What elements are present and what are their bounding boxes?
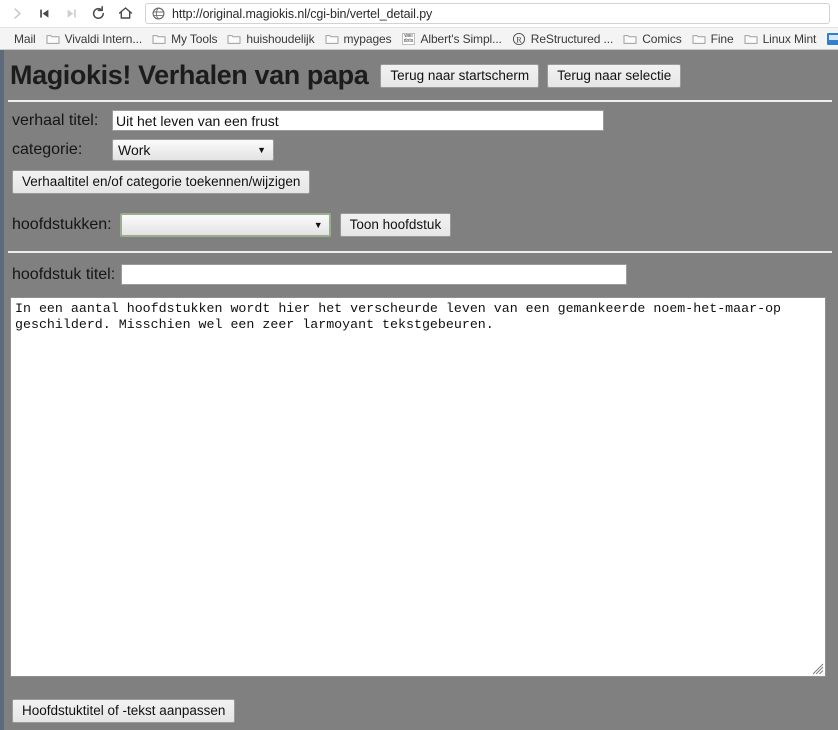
bookmark-label: Vivaldi Intern...: [64, 31, 143, 46]
categorie-label: categorie:: [12, 141, 83, 158]
row-hoofdstukken: hoofdstukken: ▼ Toon hoofdstuk: [8, 213, 832, 237]
reload-icon: [92, 5, 104, 19]
forward-button[interactable]: [4, 1, 31, 26]
bookmark-label: My Tools: [171, 31, 218, 46]
folder-icon: [0, 32, 9, 46]
page-header: Magiokis! Verhalen van papa Terug naar s…: [8, 50, 832, 91]
bookmark-fine[interactable]: Fine: [687, 28, 739, 49]
bookmark-mail[interactable]: Mail: [0, 28, 41, 49]
categorie-select-wrapper: Work ▼: [112, 139, 274, 161]
home-button[interactable]: [112, 1, 139, 26]
bookmark-label: Comics: [642, 31, 682, 46]
bookmark-linux-mint[interactable]: Linux Mint: [739, 28, 822, 49]
chapter-text-textarea[interactable]: In een aantal hoofdstukken wordt hier he…: [10, 297, 826, 677]
skip-to-start-icon: [40, 9, 49, 18]
bookmark-mypages[interactable]: mypages: [320, 28, 397, 49]
hoofdstukken-select[interactable]: [119, 213, 331, 237]
reload-button[interactable]: [85, 1, 112, 26]
home-icon: [118, 7, 133, 19]
row-categorie: categorie: Work ▼: [8, 139, 832, 161]
row-verhaaltitel-button: Verhaaltitel en/of categorie toekennen/w…: [8, 170, 832, 194]
bookmark-restructured[interactable]: R ReStructured ...: [507, 28, 618, 49]
bookmark-label: Linux Mint: [762, 31, 817, 46]
folder-icon: [325, 32, 339, 46]
restructured-r-icon: R: [512, 32, 526, 46]
bookmark-label: ReStructured ...: [530, 31, 614, 46]
folder-icon: [152, 32, 166, 46]
divider-top: [8, 100, 832, 102]
bookmark-mijn-groepen[interactable]: Mijn groepen ...: [821, 28, 838, 49]
row-verhaal-titel: verhaal titel:: [8, 110, 832, 131]
browser-chrome: http://original.magiokis.nl/cgi-bin/vert…: [0, 0, 838, 50]
bookmark-label: Mail: [14, 31, 36, 46]
hoofdstuk-titel-label: hoofdstuk titel:: [12, 265, 116, 283]
hoofdstukken-label: hoofdstukken:: [12, 216, 112, 233]
folder-icon: [623, 32, 637, 46]
bookmark-alberts-simple[interactable]: wiki dots Albert's Simpl...: [397, 28, 507, 49]
folder-icon: [744, 32, 758, 46]
page-title: Magiokis! Verhalen van papa: [10, 60, 369, 90]
bookmark-my-tools[interactable]: My Tools: [147, 28, 222, 49]
back-to-selection-button[interactable]: Terug naar selectie: [547, 63, 682, 88]
row-hoofdstuk-titel: hoofdstuk titel:: [8, 264, 832, 285]
assign-title-category-button[interactable]: Verhaaltitel en/of categorie toekennen/w…: [12, 170, 311, 194]
svg-text:R: R: [516, 35, 522, 44]
folder-icon: [46, 32, 60, 46]
bookmark-huishoudelijk[interactable]: huishoudelijk: [222, 28, 319, 49]
bookmark-label: Albert's Simpl...: [420, 31, 502, 46]
verhaal-titel-input[interactable]: [112, 110, 604, 131]
url-text: http://original.magiokis.nl/cgi-bin/vert…: [172, 6, 433, 21]
back-to-home-button[interactable]: Terug naar startscherm: [380, 63, 540, 88]
bookmark-vivaldi-internal[interactable]: Vivaldi Intern...: [41, 28, 147, 49]
bookmarks-bar: Mail Vivaldi Intern... My Tools huishoud…: [0, 27, 838, 50]
bookmark-label: mypages: [343, 31, 392, 46]
web-page: Magiokis! Verhalen van papa Terug naar s…: [0, 50, 838, 730]
browser-toolbar: http://original.magiokis.nl/cgi-bin/vert…: [0, 0, 838, 27]
row-aanpassen-button: Hoofdstuktitel of -tekst aanpassen: [8, 699, 832, 723]
show-chapter-button[interactable]: Toon hoofdstuk: [339, 213, 452, 237]
first-page-button[interactable]: [31, 1, 58, 26]
chapter-text-area-region: In een aantal hoofdstukken wordt hier he…: [8, 297, 832, 677]
last-page-button[interactable]: [58, 1, 85, 26]
divider-middle: [8, 251, 832, 253]
globe-icon: [152, 7, 165, 20]
address-bar[interactable]: http://original.magiokis.nl/cgi-bin/vert…: [145, 3, 830, 24]
bookmark-label: huishoudelijk: [246, 31, 315, 46]
bookmark-label: Fine: [710, 31, 734, 46]
folder-icon: [692, 32, 706, 46]
skip-to-end-icon: [67, 9, 76, 18]
favicon-wikidots-icon: wiki dots: [402, 32, 415, 45]
verhaal-titel-label: verhaal titel:: [12, 111, 99, 129]
bookmark-comics[interactable]: Comics: [618, 28, 686, 49]
hoofdstuk-titel-input[interactable]: [121, 264, 628, 285]
hoofdstukken-select-wrapper: ▼: [119, 213, 331, 237]
edit-chapter-button[interactable]: Hoofdstuktitel of -tekst aanpassen: [12, 699, 236, 723]
chevron-right-icon: [14, 8, 21, 19]
favicon-groups-icon: [826, 32, 838, 46]
categorie-select[interactable]: Work: [112, 139, 274, 161]
folder-icon: [227, 32, 241, 46]
